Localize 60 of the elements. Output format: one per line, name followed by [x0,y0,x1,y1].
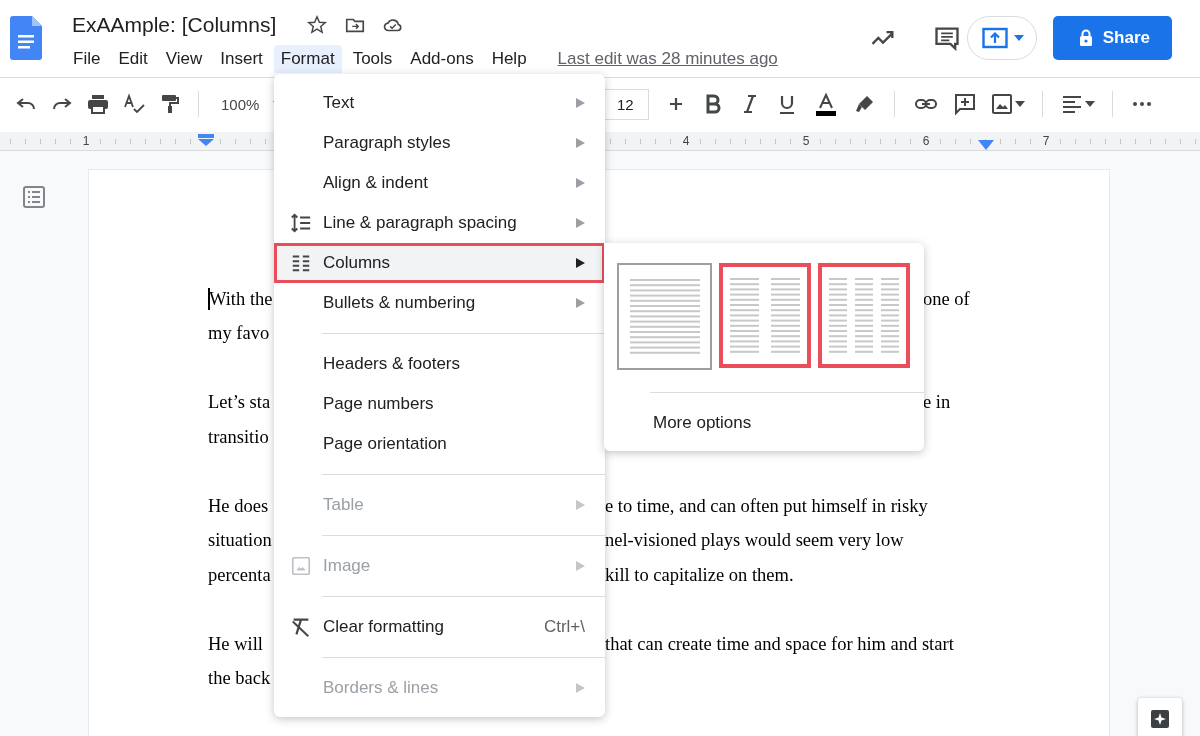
last-edit-link[interactable]: Last edit was 28 minutes ago [557,49,778,69]
add-comment-icon[interactable] [952,92,977,116]
document-text: nel-visioned plays would seem very low [605,530,904,552]
document-text: the back [208,668,271,690]
keyboard-shortcut: Ctrl+\ [543,617,585,637]
column-layout-option[interactable] [818,263,910,368]
document-text: one of [923,288,970,310]
print-icon[interactable] [86,92,110,116]
caret-icon[interactable] [1014,101,1025,107]
menu-item[interactable]: Clear formatting Ctrl+\ [274,607,605,647]
document-text: e in [923,392,951,414]
document-outline-icon[interactable] [22,185,46,209]
indent-marker-icon[interactable] [198,134,214,146]
lock-icon [1078,29,1093,47]
share-button[interactable]: Share [1052,16,1172,60]
caret-icon[interactable] [1084,101,1095,107]
menu-item[interactable]: Align & indent [274,163,605,203]
spell-check-icon[interactable] [122,92,146,116]
menu-item[interactable]: Page numbers [274,384,605,424]
menu-item[interactable]: Help [484,45,534,73]
menu-item[interactable]: More options [653,413,752,433]
star-icon[interactable] [306,14,329,36]
document-text: my favo [208,323,270,345]
sparkle-icon [1150,709,1170,729]
document-title[interactable]: ExAAmple: [Columns] [66,13,277,37]
document-text: kill to capitalize on them. [605,564,794,586]
menu-item[interactable]: Tools [345,45,400,73]
menu-item[interactable]: Columns [274,243,605,283]
document-text: percenta [208,564,271,586]
caret-icon [1013,35,1024,41]
present-button[interactable] [966,16,1037,60]
column-layout-option[interactable] [719,263,811,368]
line-spacing-icon [290,212,312,234]
document-text: With the [209,288,273,310]
explore-button[interactable] [1138,698,1182,736]
column-layout-option[interactable] [617,263,712,370]
document-text: Let’s sta [208,392,271,414]
menu-item[interactable]: Paragraph styles [274,123,605,163]
image-icon[interactable] [989,92,1014,116]
docs-logo-icon[interactable] [10,16,42,60]
menu-item[interactable]: Bullets & numbering [274,283,605,323]
clear-formatting-icon [290,616,312,638]
menu-item[interactable]: Insert [213,45,270,73]
menu-item[interactable]: Edit [111,45,155,73]
menu-item[interactable]: Text [274,83,605,123]
document-text: transitio [208,426,269,448]
menu-item[interactable]: Page orientation [274,424,605,464]
menu-item[interactable]: Headers & footers [274,344,605,384]
document-text: He will [208,633,263,655]
document-text: situation [208,530,272,552]
present-icon [981,27,1008,49]
menu-item[interactable]: File [66,45,108,73]
document-text: that can create time and space for him and start [605,633,954,655]
document-text: He does [208,495,269,517]
document-text: e to time, and can often put himself in risky [605,495,928,517]
menu-item[interactable]: Format [273,45,342,73]
menu-item[interactable]: View [158,45,210,73]
menu-item[interactable]: Line & paragraph spacing [274,203,605,243]
menu-item[interactable]: Add-ons [403,45,481,73]
image-icon [290,555,312,577]
